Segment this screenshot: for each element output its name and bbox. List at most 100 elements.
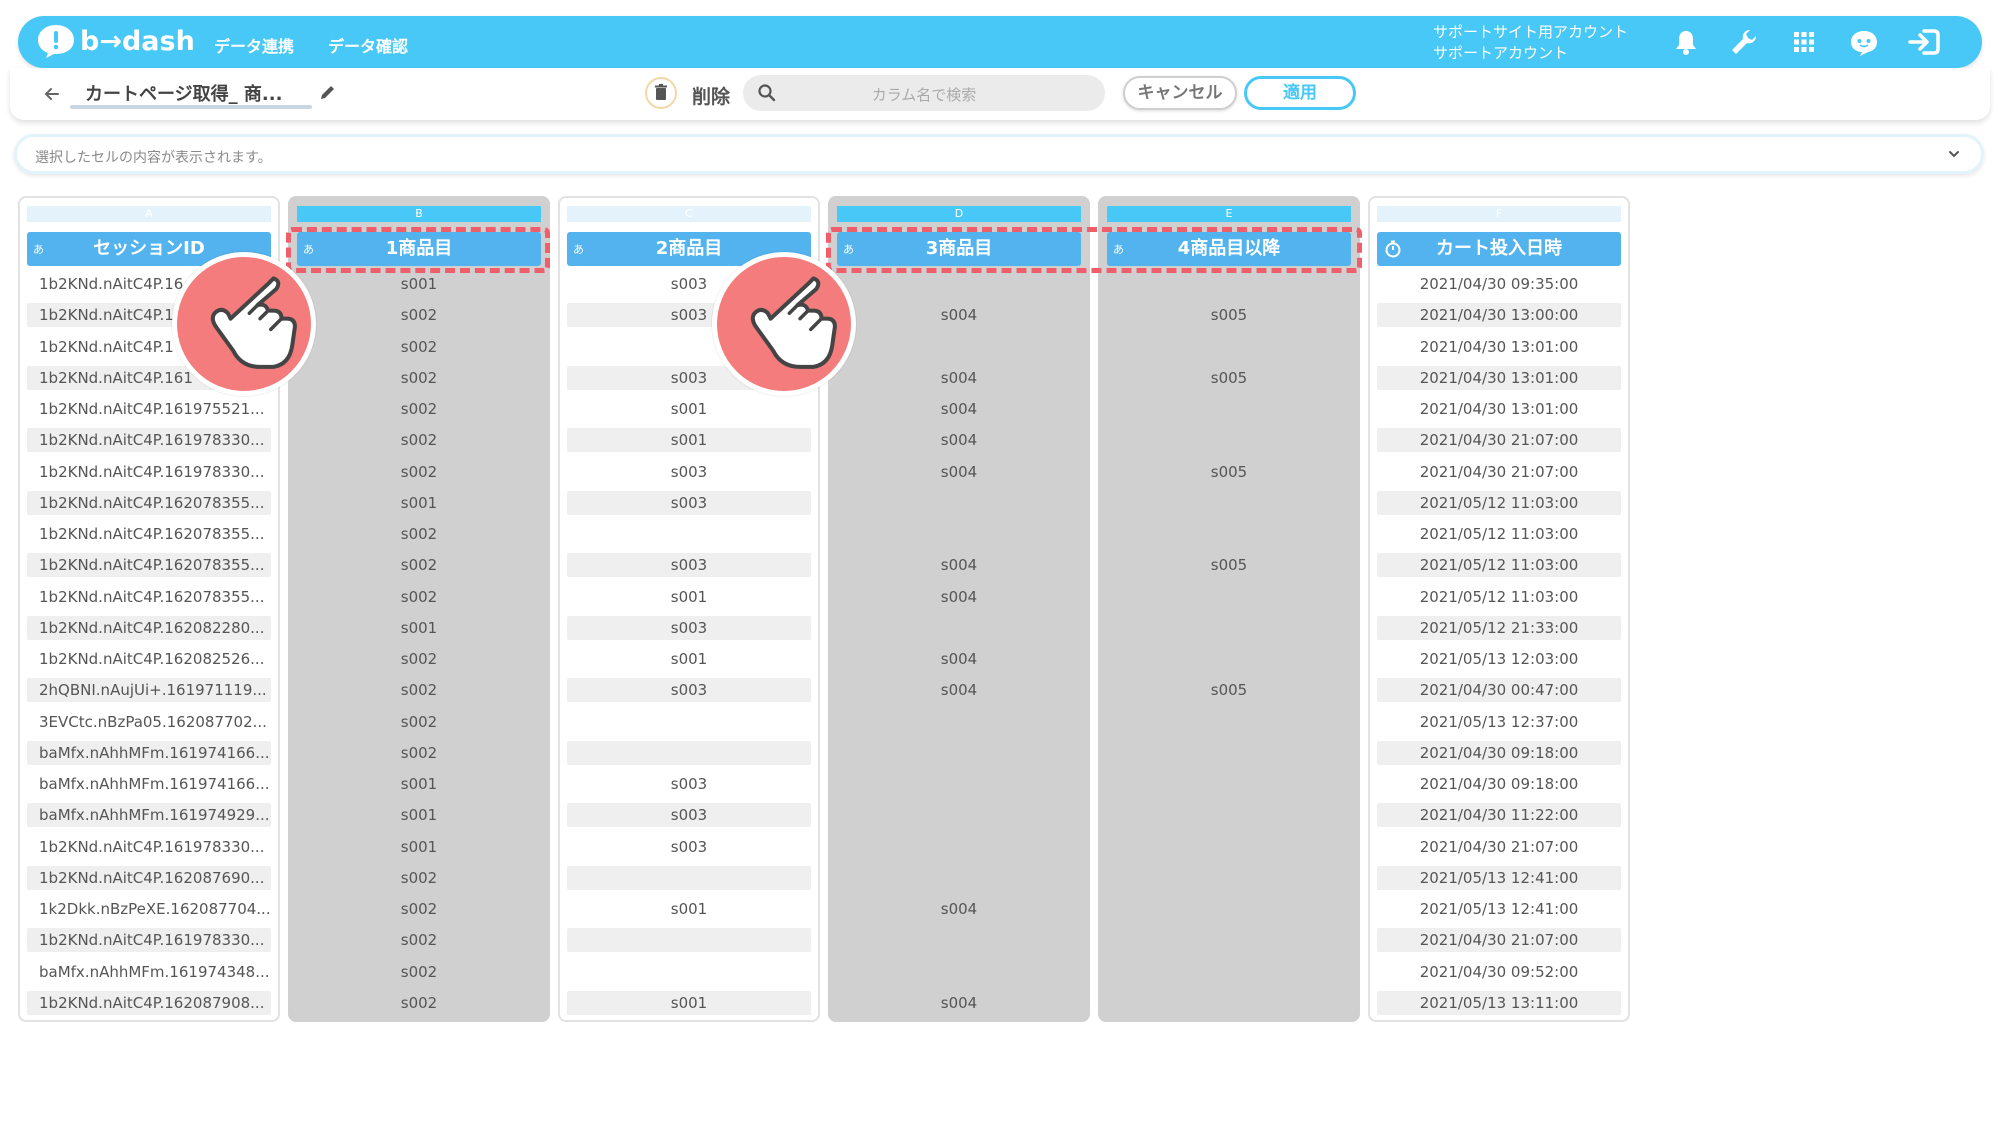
table-cell[interactable]	[1107, 491, 1351, 515]
table-cell[interactable]: 1b2KNd.nAitC4P.162087908...	[27, 990, 271, 1015]
table-cell[interactable]	[1107, 960, 1351, 984]
table-cell[interactable]: s004	[837, 303, 1081, 327]
table-cell[interactable]: s005	[1107, 366, 1351, 390]
table-cell[interactable]: 2021/04/30 13:01:00	[1377, 365, 1621, 390]
table-cell[interactable]: s002	[297, 991, 541, 1015]
table-cell[interactable]: s001	[567, 647, 811, 671]
table-cell[interactable]: 2021/04/30 13:01:00	[1377, 397, 1621, 421]
column-letter[interactable]: C	[567, 206, 811, 222]
table-cell[interactable]	[1107, 772, 1351, 796]
table-cell[interactable]: 1b2KNd.nAitC4P.161978330...	[27, 428, 271, 453]
table-cell[interactable]: s005	[1107, 303, 1351, 327]
table-cell[interactable]	[837, 335, 1081, 359]
table-cell[interactable]: s002	[297, 678, 541, 702]
table-cell[interactable]: s002	[297, 647, 541, 671]
table-cell[interactable]: s002	[297, 553, 541, 577]
table-cell[interactable]	[1107, 647, 1351, 671]
cancel-button[interactable]: キャンセル	[1123, 76, 1237, 110]
table-cell[interactable]	[1107, 616, 1351, 640]
table-cell[interactable]	[837, 866, 1081, 890]
table-cell[interactable]: 2021/05/12 11:03:00	[1377, 490, 1621, 515]
table-cell[interactable]: s004	[837, 366, 1081, 390]
table-cell[interactable]: 2021/05/13 13:11:00	[1377, 990, 1621, 1015]
table-cell[interactable]: s001	[297, 803, 541, 827]
column-letter[interactable]: B	[297, 206, 541, 222]
delete-label[interactable]: 削除	[692, 82, 730, 109]
table-cell[interactable]: s002	[297, 928, 541, 952]
table-cell[interactable]: s001	[297, 272, 541, 296]
arrow-left-icon[interactable]	[42, 84, 62, 104]
table-cell[interactable]	[1107, 710, 1351, 734]
column-search-input[interactable]: カラム名で検索	[743, 75, 1105, 111]
table-cell[interactable]: 1b2KNd.nAitC4P.162082526...	[27, 647, 271, 671]
table-cell[interactable]: s004	[837, 897, 1081, 921]
column-e[interactable]: E あ 4商品目以降 s005 s005 s005 s005 s005	[1098, 196, 1360, 1022]
table-cell[interactable]	[567, 960, 811, 984]
table-cell[interactable]: s002	[297, 897, 541, 921]
table-cell[interactable]: 1b2KNd.nAitC4P.161978330...	[27, 928, 271, 953]
table-cell[interactable]	[1107, 866, 1351, 890]
table-cell[interactable]: 2021/04/30 21:07:00	[1377, 428, 1621, 453]
table-cell[interactable]: s003	[567, 803, 811, 828]
table-cell[interactable]	[1107, 835, 1351, 859]
table-cell[interactable]	[1107, 741, 1351, 765]
table-cell[interactable]: s002	[297, 866, 541, 890]
table-cell[interactable]	[1107, 272, 1351, 296]
apply-button[interactable]: 適用	[1244, 76, 1356, 110]
table-cell[interactable]	[567, 865, 811, 890]
wrench-icon[interactable]	[1728, 26, 1760, 58]
table-cell[interactable]: 1b2KNd.nAitC4P.161978330...	[27, 835, 271, 859]
grid-apps-icon[interactable]	[1788, 26, 1820, 58]
table-cell[interactable]: 2hQBNI.nAujUi+.161971119...	[27, 678, 271, 703]
table-cell[interactable]: 2021/05/13 12:03:00	[1377, 647, 1621, 671]
table-cell[interactable]: s004	[837, 428, 1081, 452]
table-cell[interactable]: baMfx.nAhhMFm.161974929...	[27, 803, 271, 828]
table-cell[interactable]: s003	[567, 615, 811, 640]
table-cell[interactable]: s003	[567, 490, 811, 515]
table-cell[interactable]	[837, 272, 1081, 296]
table-cell[interactable]: s002	[297, 303, 541, 327]
table-cell[interactable]: 1b2KNd.nAitC4P.162078355...	[27, 585, 271, 609]
table-cell[interactable]: baMfx.nAhhMFm.161974166...	[27, 740, 271, 765]
table-cell[interactable]: s005	[1107, 553, 1351, 577]
table-cell[interactable]: s002	[297, 585, 541, 609]
table-cell[interactable]: s001	[297, 491, 541, 515]
table-cell[interactable]: s002	[297, 522, 541, 546]
table-cell[interactable]: s002	[297, 960, 541, 984]
pencil-icon[interactable]	[318, 82, 338, 102]
table-cell[interactable]	[837, 960, 1081, 984]
table-cell[interactable]: s004	[837, 397, 1081, 421]
table-cell[interactable]	[567, 740, 811, 765]
table-cell[interactable]	[837, 710, 1081, 734]
table-cell[interactable]: s002	[297, 460, 541, 484]
column-header[interactable]: カート投入日時	[1377, 232, 1621, 266]
table-cell[interactable]: s004	[837, 678, 1081, 702]
table-cell[interactable]: 1b2KNd.nAitC4P.162087690...	[27, 865, 271, 890]
table-cell[interactable]: baMfx.nAhhMFm.161974166...	[27, 772, 271, 796]
table-cell[interactable]	[837, 772, 1081, 796]
table-cell[interactable]: s001	[297, 616, 541, 640]
table-cell[interactable]: s004	[837, 585, 1081, 609]
table-cell[interactable]	[1107, 803, 1351, 827]
table-cell[interactable]: 2021/04/30 09:35:00	[1377, 272, 1621, 296]
table-cell[interactable]: s005	[1107, 460, 1351, 484]
table-cell[interactable]: s002	[297, 397, 541, 421]
logout-icon[interactable]	[1906, 26, 1942, 58]
table-cell[interactable]	[837, 741, 1081, 765]
table-cell[interactable]	[1107, 397, 1351, 421]
table-cell[interactable]: 2021/04/30 09:18:00	[1377, 772, 1621, 796]
column-letter[interactable]: F	[1377, 206, 1621, 222]
table-cell[interactable]: s001	[567, 585, 811, 609]
table-cell[interactable]: 2021/04/30 21:07:00	[1377, 928, 1621, 953]
table-cell[interactable]: 2021/04/30 21:07:00	[1377, 460, 1621, 484]
table-cell[interactable]: s004	[837, 991, 1081, 1015]
page-title[interactable]: カートページ取得_ 商...	[85, 80, 282, 106]
table-cell[interactable]: s001	[567, 990, 811, 1015]
table-cell[interactable]: s001	[297, 835, 541, 859]
table-cell[interactable]: 2021/05/13 12:37:00	[1377, 710, 1621, 734]
table-cell[interactable]: 1b2KNd.nAitC4P.161975521...	[27, 397, 271, 421]
table-cell[interactable]: 3EVCtc.nBzPa05.162087702...	[27, 710, 271, 734]
table-cell[interactable]: 2021/05/12 11:03:00	[1377, 585, 1621, 609]
table-cell[interactable]: s002	[297, 710, 541, 734]
table-cell[interactable]: 2021/05/12 11:03:00	[1377, 522, 1621, 546]
